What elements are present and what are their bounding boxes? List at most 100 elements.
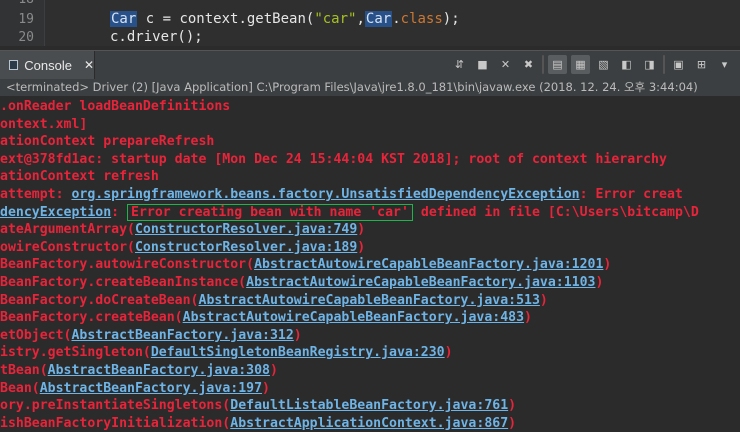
console-text: : [111, 204, 128, 220]
stack-trace-line: ishBeanFactoryInitialization(AbstractApp… [0, 414, 516, 432]
console-text: BeanFactory.autowireConstructor( [0, 257, 255, 273]
console-text: etObject( [0, 327, 72, 343]
line-number: 18 [0, 0, 34, 7]
type-token: Car [110, 11, 138, 27]
console-text: ) [508, 415, 517, 431]
console-text: ) [603, 257, 612, 273]
console-tab-bar: Console ✕ ⇵ ■ ✕ ✖ ▤ ▦ ▧ ◧ ◨ ▣ ⊞ ▾ [0, 50, 740, 79]
console-text: .onReader loadBeanDefinitions [0, 99, 231, 114]
console-text: ) [508, 398, 517, 414]
code-text: . [392, 11, 401, 27]
scroll-lock-icon[interactable]: ▦ [571, 55, 590, 74]
code-editor[interactable]: 18 19 20 Car c = context.getBean("car",C… [0, 0, 740, 46]
source-link[interactable]: AbstractAutowireCapableBeanFactory.java:… [254, 257, 603, 272]
console-line: dencyException: Error creating bean with… [0, 203, 699, 222]
stack-trace-line: BeanFactory.createBean(AbstractAutowireC… [0, 308, 532, 327]
console-text: istry.getSingleton( [0, 345, 151, 361]
console-line: ationContext prepareRefresh [0, 132, 214, 151]
code-line-20[interactable]: c.driver(); [110, 29, 203, 45]
console-line: ationContext refresh [0, 167, 159, 186]
source-link[interactable]: ConstructorResolver.java:749 [135, 222, 357, 237]
stack-trace-line: tBean(AbstractBeanFactory.java:308) [0, 361, 278, 380]
stack-trace-line: owireConstructor(ConstructorResolver.jav… [0, 238, 365, 257]
console-text: BeanFactory.createBean( [0, 310, 183, 326]
new-console-icon[interactable]: ⊞ [692, 55, 711, 74]
remove-icon[interactable]: ✕ [496, 55, 515, 74]
view-menu-icon[interactable]: ▾ [715, 55, 734, 74]
console-text: tBean( [0, 363, 48, 378]
console-output[interactable]: .onReader loadBeanDefinitions ontext.xml… [0, 97, 740, 432]
console-text: BeanFactory.createBeanInstance( [0, 275, 247, 290]
stack-trace-line: BeanFactory.createBeanInstance(AbstractA… [0, 273, 603, 292]
code-line-19[interactable]: Car c = context.getBean("car",Car.class)… [110, 11, 460, 27]
console-toolbar: ⇵ ■ ✕ ✖ ▤ ▦ ▧ ◧ ◨ ▣ ⊞ ▾ [450, 55, 734, 75]
stack-trace-line: istry.getSingleton(DefaultSingletonBeanR… [0, 343, 453, 362]
console-text: ationContext prepareRefresh [0, 134, 215, 150]
console-text: ) [262, 380, 270, 396]
console-text: defined in file [C:\Users\bitcamp\D [412, 204, 699, 220]
clear-icon[interactable]: ▤ [548, 55, 567, 74]
source-link[interactable]: AbstractAutowireCapableBeanFactory.java:… [199, 293, 540, 308]
code-text: c = context.getBean( [137, 11, 315, 27]
exception-link[interactable]: dencyException [0, 205, 111, 220]
console-text: ) [293, 327, 302, 343]
console-text: owireConstructor( [0, 239, 135, 255]
console-text: ) [595, 275, 604, 290]
stack-trace-line: BeanFactory.autowireConstructor(Abstract… [0, 255, 611, 274]
source-link[interactable]: DefaultListableBeanFactory.java:761 [230, 398, 508, 413]
console-text: attempt: [0, 187, 72, 202]
process-status-line: <terminated> Driver (2) [Java Applicatio… [0, 79, 740, 96]
console-text: ishBeanFactoryInitialization( [0, 415, 231, 431]
highlighted-error-message: Error creating bean with name 'car' [127, 203, 413, 221]
source-link[interactable]: AbstractBeanFactory.java:308 [48, 363, 270, 378]
toolbar-separator [542, 55, 544, 74]
word-wrap-icon[interactable]: ▧ [594, 55, 613, 74]
exception-link[interactable]: org.springframework.beans.factory.Unsati… [71, 187, 579, 202]
line-number: 19 [18, 12, 34, 27]
console-text: ateArgumentArray( [0, 222, 135, 238]
console-text: ) [444, 345, 453, 361]
console-text: ) [357, 222, 366, 238]
console-line: ext@378fd1ac: startup date [Mon Dec 24 1… [0, 150, 667, 169]
close-icon[interactable]: ✕ [84, 58, 94, 72]
show-on-output-icon[interactable]: ◧ [617, 55, 636, 74]
stack-trace-line: BeanFactory.doCreateBean(AbstractAutowir… [0, 291, 548, 310]
tab-console[interactable]: Console ✕ [0, 51, 95, 79]
console-line: ontext.xml] [0, 115, 87, 134]
source-link[interactable]: ConstructorResolver.java:189 [135, 240, 357, 255]
stack-trace-line: Bean(AbstractBeanFactory.java:197) [0, 379, 270, 398]
line-number-gutter: 18 19 20 [0, 0, 45, 46]
console-text: : Error creat [579, 187, 683, 202]
console-text: ext@378fd1ac: startup date [Mon Dec 24 1… [0, 151, 667, 167]
source-link[interactable]: AbstractAutowireCapableBeanFactory.java:… [246, 275, 595, 290]
source-link[interactable]: AbstractBeanFactory.java:197 [40, 381, 262, 396]
stack-trace-line: ateArgumentArray(ConstructorResolver.jav… [0, 220, 365, 239]
source-link[interactable]: AbstractApplicationContext.java:867 [230, 416, 508, 431]
stack-trace-line: etObject(AbstractBeanFactory.java:312) [0, 326, 302, 345]
remove-all-icon[interactable]: ✖ [519, 55, 538, 74]
source-link[interactable]: AbstractAutowireCapableBeanFactory.java:… [183, 310, 524, 325]
console-text: Bean( [0, 380, 40, 396]
console-text: ) [269, 363, 278, 378]
keyword-token: class [400, 11, 443, 27]
source-link[interactable]: AbstractBeanFactory.java:312 [71, 328, 293, 343]
console-line: .onReader loadBeanDefinitions [0, 97, 230, 116]
console-text: ) [524, 310, 532, 326]
console-icon [9, 60, 19, 70]
console-text: ) [357, 239, 366, 255]
console-text: BeanFactory.doCreateBean( [0, 292, 199, 308]
console-text: ontext.xml] [0, 116, 88, 132]
console-text: ory.preInstantiateSingletons( [0, 398, 231, 414]
pin-icon[interactable]: ⇵ [450, 55, 469, 74]
code-text: ); [442, 11, 460, 27]
stop-icon[interactable]: ■ [473, 55, 492, 74]
line-number: 20 [18, 30, 34, 45]
code-text: , [356, 11, 365, 27]
console-text: ) [539, 292, 548, 308]
string-token: "car" [314, 11, 357, 27]
console-text: ationContext refresh [0, 169, 159, 185]
show-on-error-icon[interactable]: ◨ [640, 55, 659, 74]
source-link[interactable]: DefaultSingletonBeanRegistry.java:230 [151, 345, 445, 360]
tab-console-label: Console [24, 57, 72, 73]
display-console-icon[interactable]: ▣ [669, 55, 688, 74]
